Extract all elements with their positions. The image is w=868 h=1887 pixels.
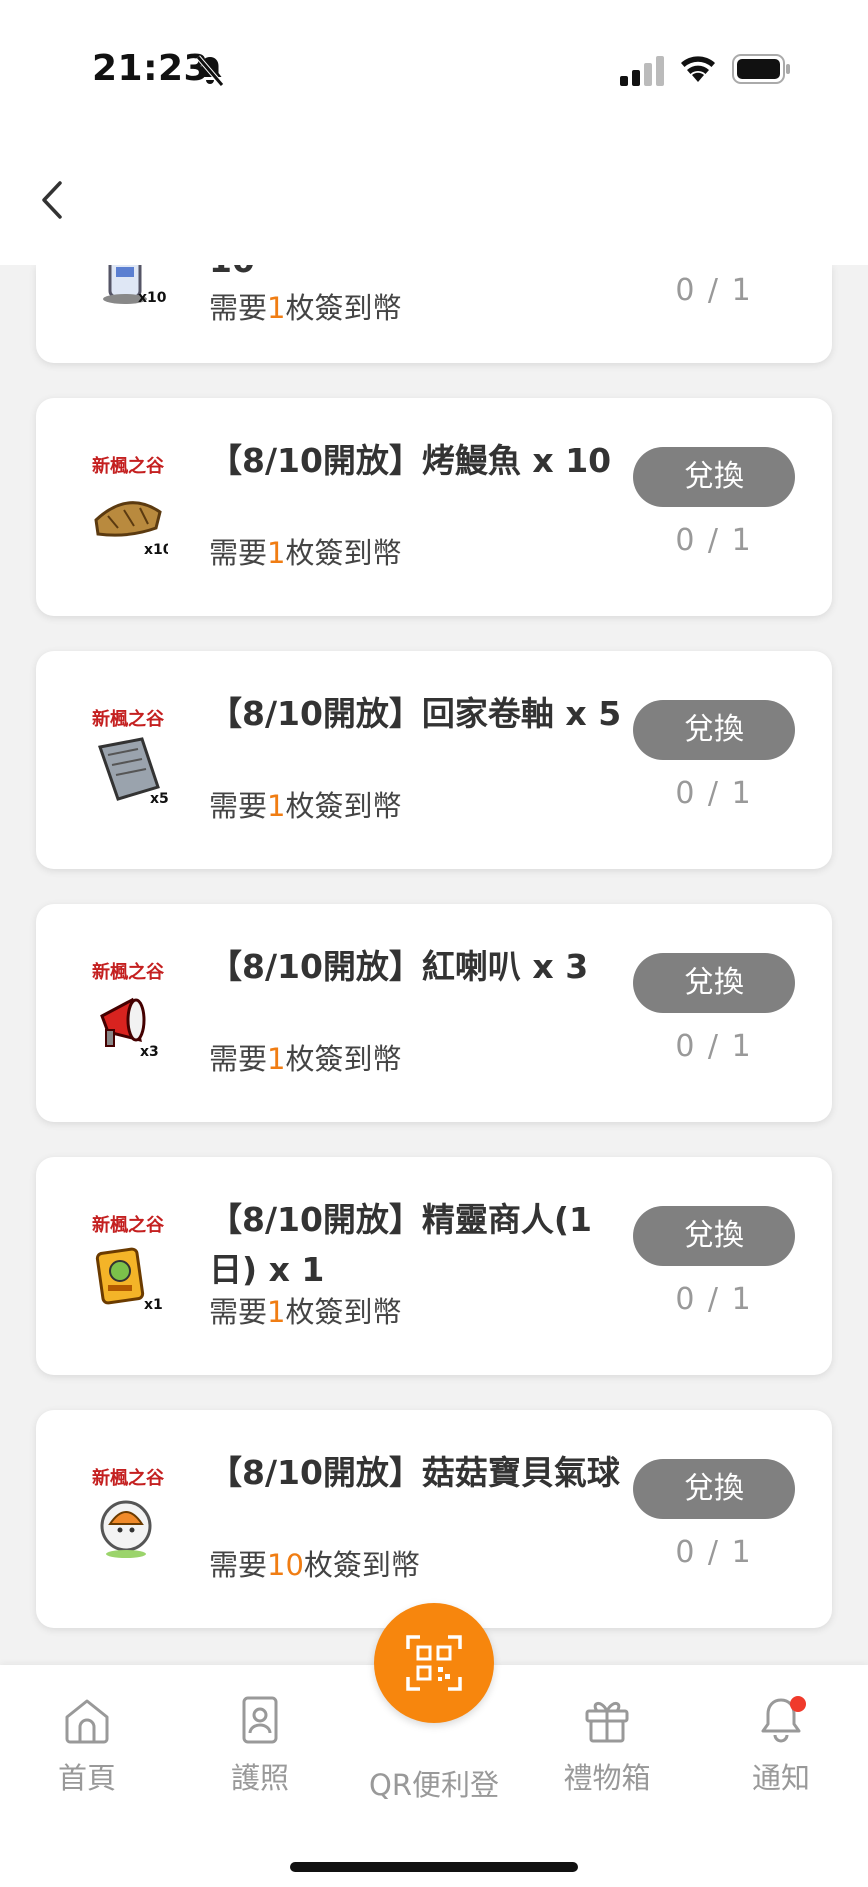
tab-qr-label: QR便利登 [369, 1768, 499, 1802]
wifi-icon [681, 56, 715, 82]
reward-list[interactable]: x10 10 需要1枚簽到幣 0 / 1 新楓之谷 x10 【8/10開放】烤鰻… [0, 265, 868, 1665]
tab-gifts-label: 禮物箱 [563, 1761, 651, 1795]
nav-bar [0, 140, 868, 265]
item-title: 【8/10開放】精靈商人(1日) x 1 [209, 1200, 592, 1289]
item-qty: x1 [144, 1297, 163, 1313]
item-qty: x10 [144, 542, 168, 558]
redeem-button[interactable]: 兌換 [633, 1459, 795, 1519]
item-cost: 需要1枚簽到幣 [209, 536, 402, 570]
item-qty: x5 [150, 791, 168, 807]
mushroom-balloon-icon: 新楓之谷 [92, 1467, 165, 1558]
item-cost: 需要10枚簽到幣 [209, 1548, 420, 1582]
reward-card: 新楓之谷 【8/10開放】菇菇寶貝氣球 需要10枚簽到幣 兌換 0 / 1 [36, 1410, 832, 1628]
tab-home[interactable]: 首頁 [17, 1695, 157, 1797]
item-cost: 需要1枚簽到幣 [209, 1042, 402, 1076]
signal-icon [620, 56, 664, 86]
battery-icon [732, 54, 790, 84]
passport-icon [242, 1696, 278, 1744]
reward-card: 新楓之谷 x1 【8/10開放】精靈商人(1日) x 1 需要1枚簽到幣 兌換 … [36, 1157, 832, 1375]
qr-scan-button[interactable] [374, 1603, 494, 1723]
tab-passport-label: 護照 [230, 1761, 289, 1795]
notification-badge [790, 1696, 806, 1712]
redeem-count: 0 / 1 [675, 776, 753, 811]
home-indicator [290, 1862, 578, 1872]
svg-text:新楓之谷: 新楓之谷 [92, 961, 165, 983]
item-title: 【8/10開放】菇菇寶貝氣球 [209, 1453, 620, 1492]
status-bar: 21:23 [0, 0, 868, 140]
item-qty: x10 [138, 290, 167, 306]
chevron-left-icon[interactable] [32, 175, 72, 225]
merchant-card-icon: 新楓之谷 x1 [92, 1214, 165, 1313]
redeem-button[interactable]: 兌換 [633, 700, 795, 760]
item-cost: 需要1枚簽到幣 [209, 789, 402, 823]
reward-card: 新楓之谷 x10 【8/10開放】烤鰻魚 x 10 需要1枚簽到幣 兌換 0 /… [36, 398, 832, 616]
redeem-count: 0 / 1 [675, 273, 753, 308]
item-qty: x3 [140, 1044, 159, 1060]
svg-text:新楓之谷: 新楓之谷 [92, 455, 165, 477]
item-title: 【8/10開放】烤鰻魚 x 10 [209, 441, 612, 480]
tab-home-label: 首頁 [57, 1761, 116, 1795]
bell-muted-icon [196, 55, 224, 87]
redeem-count: 0 / 1 [675, 1029, 753, 1064]
redeem-count: 0 / 1 [675, 523, 753, 558]
scroll-icon: 新楓之谷 x5 [92, 708, 168, 807]
item-title-tail: 10 [209, 265, 255, 280]
redeem-button[interactable]: 兌換 [633, 1206, 795, 1266]
svg-text:新楓之谷: 新楓之谷 [92, 708, 165, 730]
status-time: 21:23 [92, 48, 210, 89]
home-icon [65, 1699, 109, 1744]
tab-gifts[interactable]: 禮物箱 [537, 1695, 677, 1797]
grilled-eel-icon: 新楓之谷 x10 [92, 455, 168, 558]
reward-card: 新楓之谷 x5 【8/10開放】回家卷軸 x 5 需要1枚簽到幣 兌換 0 / … [36, 651, 832, 869]
tab-notifications[interactable]: 通知 [711, 1695, 851, 1797]
redeem-count: 0 / 1 [675, 1535, 753, 1570]
gift-icon [585, 1702, 629, 1743]
svg-text:新楓之谷: 新楓之谷 [92, 1467, 165, 1489]
qr-code-icon [406, 1635, 462, 1691]
redeem-button[interactable]: 兌換 [633, 447, 795, 507]
tab-passport[interactable]: 護照 [190, 1695, 330, 1797]
item-title: 【8/10開放】回家卷軸 x 5 [209, 694, 622, 733]
reward-card: x10 10 需要1枚簽到幣 0 / 1 [36, 265, 832, 363]
reward-card: 新楓之谷 x3 【8/10開放】紅喇叭 x 3 需要1枚簽到幣 兌換 0 / 1 [36, 904, 832, 1122]
redeem-button[interactable]: 兌換 [633, 953, 795, 1013]
svg-text:新楓之谷: 新楓之谷 [92, 1214, 165, 1236]
item-title: 【8/10開放】紅喇叭 x 3 [209, 947, 589, 986]
redeem-count: 0 / 1 [675, 1282, 753, 1317]
item-cost: 需要1枚簽到幣 [209, 1295, 402, 1329]
megaphone-icon: 新楓之谷 x3 [92, 961, 165, 1060]
tab-notifications-label: 通知 [751, 1761, 810, 1795]
bottle-icon: x10 [103, 265, 167, 306]
item-cost: 需要1枚簽到幣 [209, 291, 402, 325]
